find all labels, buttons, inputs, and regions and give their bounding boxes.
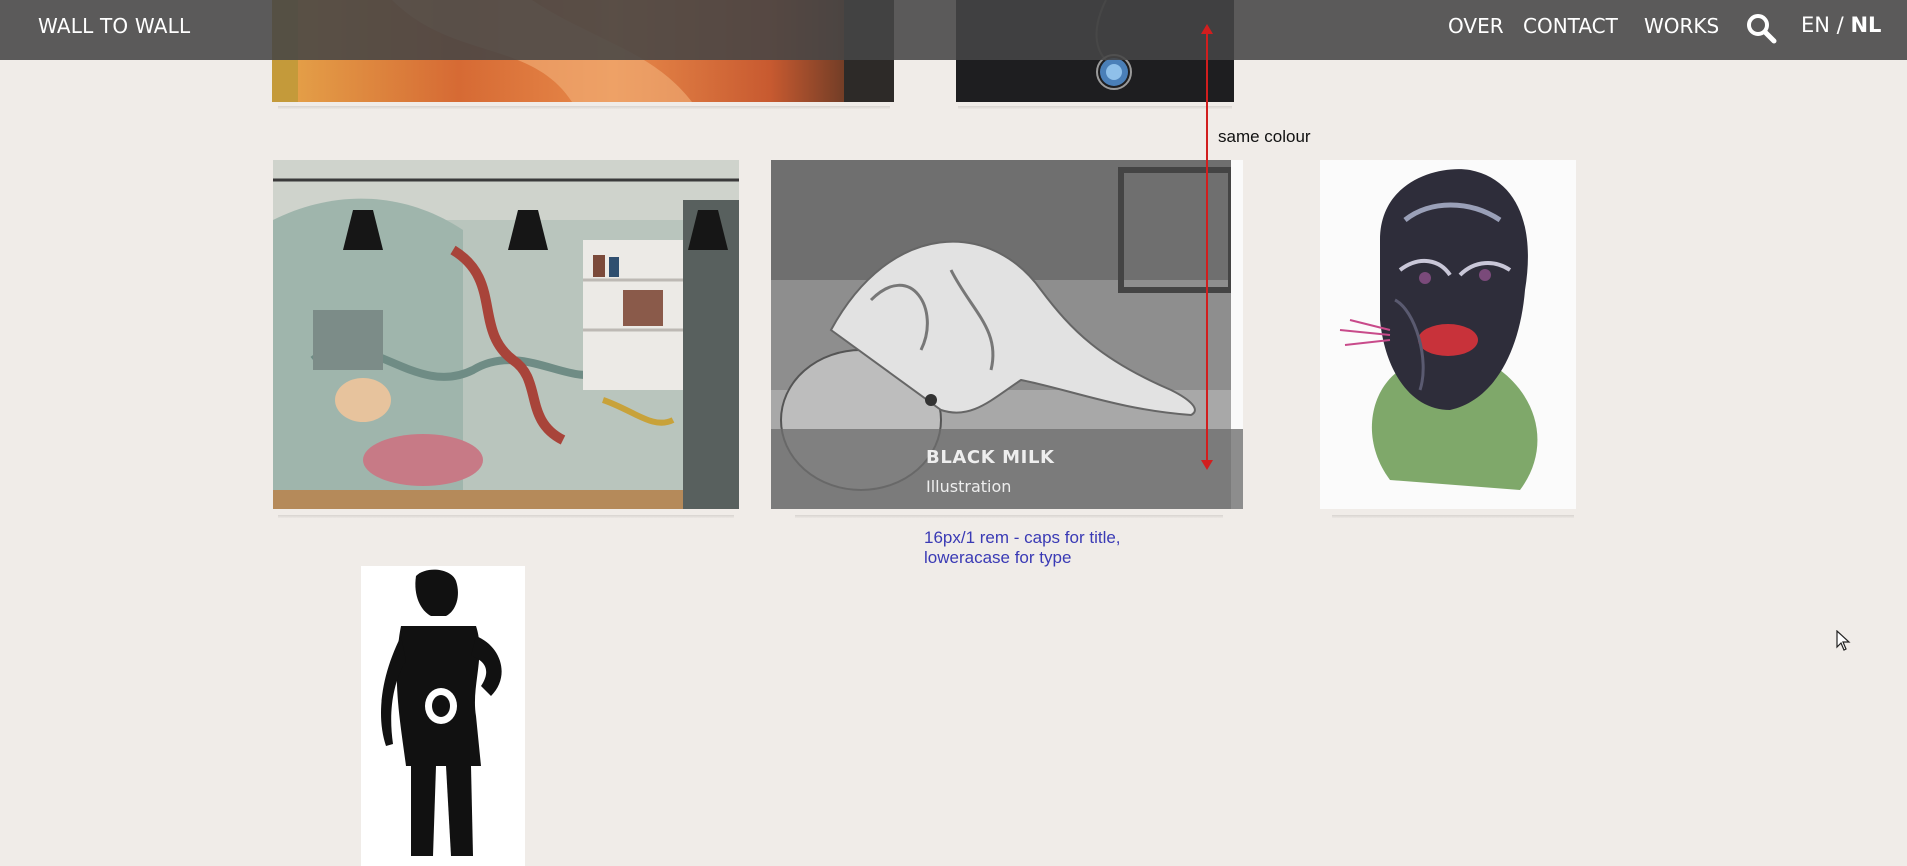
annotation-arrow — [1201, 24, 1213, 470]
lang-en[interactable]: EN — [1801, 13, 1830, 37]
work-tile-mural[interactable] — [273, 160, 739, 509]
work-tile-black-milk[interactable]: BLACK MILK Illustration — [771, 160, 1243, 509]
tile-shadow — [958, 106, 1232, 109]
artwork-image — [273, 160, 739, 509]
lang-nl[interactable]: NL — [1850, 13, 1881, 37]
nav-works[interactable]: WORKS — [1644, 14, 1719, 38]
work-title: BLACK MILK — [926, 447, 1055, 468]
typography-note-line: 16px/1 rem - caps for title, — [924, 528, 1121, 547]
nav-over[interactable]: OVER — [1448, 14, 1504, 38]
nav-contact[interactable]: CONTACT — [1523, 14, 1618, 38]
work-tile-stencil-figure[interactable] — [361, 566, 525, 866]
mouse-cursor-icon — [1836, 630, 1851, 651]
hover-caption-overlay: BLACK MILK Illustration — [771, 429, 1243, 509]
artwork-image — [1320, 160, 1576, 509]
work-type: Illustration — [926, 477, 1012, 496]
tile-shadow — [278, 515, 734, 518]
tile-shadow — [1332, 515, 1574, 518]
top-nav-bar: WALL TO WALL OVER CONTACT WORKS EN / NL — [0, 0, 1907, 60]
work-tile-face-illustration[interactable] — [1320, 160, 1576, 509]
artwork-image — [361, 566, 525, 866]
site-logo[interactable]: WALL TO WALL — [38, 14, 190, 38]
lang-separator: / — [1836, 13, 1844, 37]
tile-shadow — [795, 515, 1223, 518]
annotation-typography-note: 16px/1 rem - caps for title, loweracase … — [924, 528, 1154, 568]
language-switcher: EN / NL — [1801, 13, 1881, 37]
tile-shadow — [278, 106, 890, 109]
search-icon[interactable] — [1745, 12, 1777, 44]
typography-note-line: loweracase for type — [924, 548, 1072, 567]
annotation-same-colour: same colour — [1218, 127, 1311, 146]
